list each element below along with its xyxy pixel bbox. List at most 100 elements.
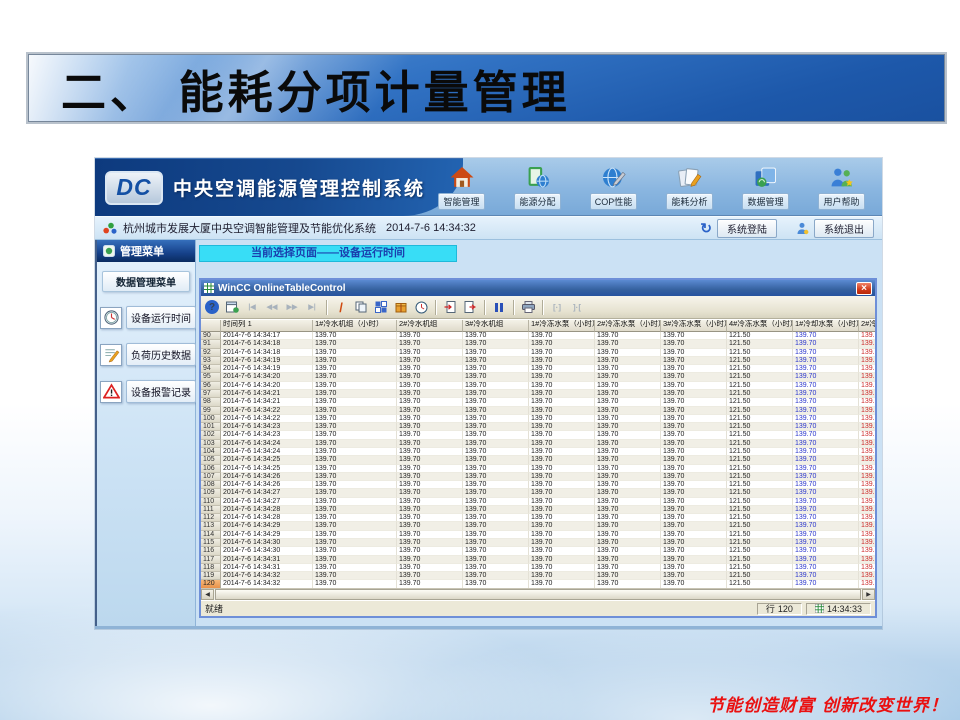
row-number[interactable]: 98: [201, 398, 221, 406]
row-number[interactable]: 105: [201, 456, 221, 464]
row-number[interactable]: 97: [201, 390, 221, 398]
edit-icon[interactable]: /: [332, 298, 350, 316]
first-record-icon: |◀: [243, 298, 261, 316]
row-number[interactable]: 118: [201, 564, 221, 572]
sidebar-item-clock[interactable]: 设备运行时间: [100, 306, 195, 329]
table-row[interactable]: 1132014-7-6 14:34:29139.70139.70139.7013…: [201, 522, 875, 530]
cell-value: 139.70: [397, 572, 463, 580]
row-number[interactable]: 110: [201, 498, 221, 506]
sidebar-item-alarm-warning[interactable]: 设备报警记录: [100, 380, 195, 403]
table-row[interactable]: 902014-7-6 14:34:17139.70139.70139.70139…: [201, 332, 875, 340]
nav-user-help[interactable]: 用户帮助: [807, 163, 876, 210]
row-number[interactable]: 104: [201, 448, 221, 456]
row-number[interactable]: 92: [201, 349, 221, 357]
row-number[interactable]: 119: [201, 572, 221, 580]
row-number[interactable]: 102: [201, 431, 221, 439]
nav-data-management[interactable]: 数据管理: [731, 163, 800, 210]
archive-icon[interactable]: [392, 298, 410, 316]
scrollbar-thumb[interactable]: [215, 589, 861, 600]
column-config-icon[interactable]: [372, 298, 390, 316]
row-number[interactable]: 109: [201, 489, 221, 497]
print-icon[interactable]: [519, 298, 537, 316]
table-row[interactable]: 1182014-7-6 14:34:31139.70139.70139.7013…: [201, 564, 875, 572]
help-icon[interactable]: ?: [205, 300, 219, 314]
table-row[interactable]: 1172014-7-6 14:34:31139.70139.70139.7013…: [201, 556, 875, 564]
cell-value: 139.70: [793, 580, 859, 588]
table-row[interactable]: 1072014-7-6 14:34:26139.70139.70139.7013…: [201, 473, 875, 481]
cell-value: 139.70: [463, 564, 529, 572]
login-button[interactable]: 系统登陆: [717, 219, 777, 238]
row-number[interactable]: 115: [201, 539, 221, 547]
row-number[interactable]: 90: [201, 332, 221, 340]
table-row[interactable]: 1052014-7-6 14:34:25139.70139.70139.7013…: [201, 456, 875, 464]
export-data-icon[interactable]: [441, 298, 459, 316]
table-row[interactable]: 1092014-7-6 14:34:27139.70139.70139.7013…: [201, 489, 875, 497]
time-base-icon[interactable]: [412, 298, 430, 316]
table-row[interactable]: 1112014-7-6 14:34:28139.70139.70139.7013…: [201, 506, 875, 514]
table-row[interactable]: 1042014-7-6 14:34:24139.70139.70139.7013…: [201, 448, 875, 456]
cell-time: 2014-7-6 14:34:23: [221, 423, 313, 431]
cell-value: 121.50: [727, 465, 793, 473]
pause-icon[interactable]: [490, 298, 508, 316]
row-number[interactable]: 113: [201, 522, 221, 530]
row-number[interactable]: 103: [201, 440, 221, 448]
cell-value: 121.50: [727, 357, 793, 365]
table-row[interactable]: 1152014-7-6 14:34:30139.70139.70139.7013…: [201, 539, 875, 547]
table-row[interactable]: 1022014-7-6 14:34:23139.70139.70139.7013…: [201, 431, 875, 439]
table-row[interactable]: 1012014-7-6 14:34:23139.70139.70139.7013…: [201, 423, 875, 431]
scroll-left-icon[interactable]: ◀: [201, 589, 214, 600]
row-number[interactable]: 93: [201, 357, 221, 365]
import-data-icon[interactable]: [461, 298, 479, 316]
table-row[interactable]: 932014-7-6 14:34:19139.70139.70139.70139…: [201, 357, 875, 365]
table-row[interactable]: 1032014-7-6 14:34:24139.70139.70139.7013…: [201, 440, 875, 448]
table-row[interactable]: 942014-7-6 14:34:19139.70139.70139.70139…: [201, 365, 875, 373]
table-row[interactable]: 1162014-7-6 14:34:30139.70139.70139.7013…: [201, 547, 875, 555]
table-row[interactable]: 962014-7-6 14:34:20139.70139.70139.70139…: [201, 382, 875, 390]
table-row[interactable]: 1122014-7-6 14:34:28139.70139.70139.7013…: [201, 514, 875, 522]
table-row[interactable]: 982014-7-6 14:34:21139.70139.70139.70139…: [201, 398, 875, 406]
cell-value: 139.70: [661, 539, 727, 547]
table-row[interactable]: 1102014-7-6 14:34:27139.70139.70139.7013…: [201, 498, 875, 506]
cell-value: 139.70: [529, 580, 595, 588]
scroll-right-icon[interactable]: ▶: [862, 589, 875, 600]
table-row[interactable]: 912014-7-6 14:34:18139.70139.70139.70139…: [201, 340, 875, 348]
row-number[interactable]: 117: [201, 556, 221, 564]
close-icon[interactable]: ×: [856, 282, 872, 295]
row-number[interactable]: 94: [201, 365, 221, 373]
app-brand: DC 中央空调能源管理控制系统: [95, 158, 463, 216]
sidebar-item-history-notes[interactable]: 负荷历史数据: [100, 343, 195, 366]
row-number[interactable]: 95: [201, 373, 221, 381]
row-number[interactable]: 107: [201, 473, 221, 481]
row-number[interactable]: 101: [201, 423, 221, 431]
table-row[interactable]: 1142014-7-6 14:34:29139.70139.70139.7013…: [201, 531, 875, 539]
table-row[interactable]: 1192014-7-6 14:34:32139.70139.70139.7013…: [201, 572, 875, 580]
row-number[interactable]: 114: [201, 531, 221, 539]
row-number[interactable]: 91: [201, 340, 221, 348]
cell-value: 139.70: [463, 407, 529, 415]
row-number[interactable]: 116: [201, 547, 221, 555]
table-row[interactable]: 1002014-7-6 14:34:22139.70139.70139.7013…: [201, 415, 875, 423]
nav-energy-allocation[interactable]: 能源分配: [503, 163, 572, 210]
nav-home[interactable]: 智能管理: [427, 163, 496, 210]
table-row[interactable]: 972014-7-6 14:34:21139.70139.70139.70139…: [201, 390, 875, 398]
row-number[interactable]: 100: [201, 415, 221, 423]
nav-energy-analysis[interactable]: 能耗分析: [655, 163, 724, 210]
row-number[interactable]: 120: [201, 580, 221, 588]
row-number[interactable]: 96: [201, 382, 221, 390]
horizontal-scrollbar[interactable]: ◀ ▶: [201, 588, 875, 600]
logout-button[interactable]: 系统退出: [814, 219, 874, 238]
table-row[interactable]: 952014-7-6 14:34:20139.70139.70139.70139…: [201, 373, 875, 381]
table-row[interactable]: 992014-7-6 14:34:22139.70139.70139.70139…: [201, 407, 875, 415]
table-row[interactable]: 922014-7-6 14:34:18139.70139.70139.70139…: [201, 349, 875, 357]
table-row[interactable]: 1062014-7-6 14:34:25139.70139.70139.7013…: [201, 465, 875, 473]
table-row[interactable]: 1202014-7-6 14:34:32139.70139.70139.7013…: [201, 580, 875, 588]
table-row[interactable]: 1082014-7-6 14:34:26139.70139.70139.7013…: [201, 481, 875, 489]
row-number[interactable]: 111: [201, 506, 221, 514]
row-number[interactable]: 108: [201, 481, 221, 489]
copy-icon[interactable]: [352, 298, 370, 316]
row-number[interactable]: 106: [201, 465, 221, 473]
row-number[interactable]: 99: [201, 407, 221, 415]
row-number[interactable]: 112: [201, 514, 221, 522]
export-config-icon[interactable]: [223, 298, 241, 316]
nav-cop-performance[interactable]: COP性能: [579, 163, 648, 210]
